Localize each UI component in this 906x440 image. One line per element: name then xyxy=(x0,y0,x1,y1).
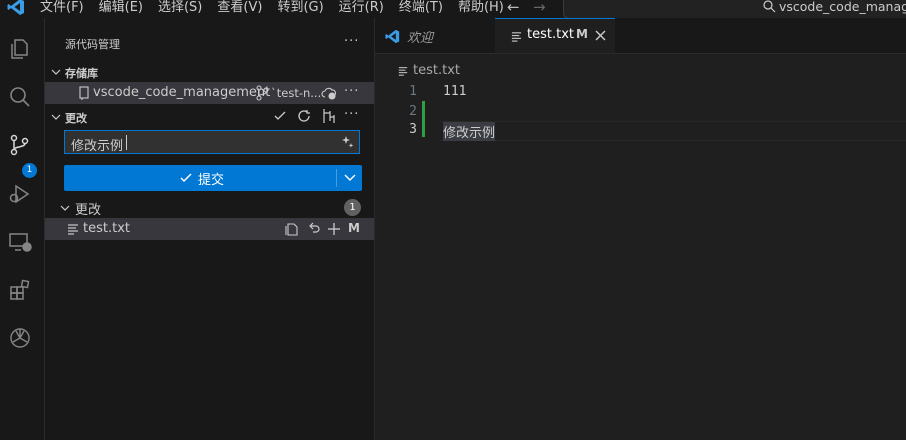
changes-header[interactable]: 更改 xyxy=(65,110,87,126)
breadcrumb[interactable]: test.txt xyxy=(413,63,460,78)
vscode-logo-icon xyxy=(385,29,400,44)
changes-group-label[interactable]: 更改 xyxy=(75,199,101,218)
repo-name: vscode_code_management xyxy=(93,85,271,100)
source-control-sidebar: 源代码管理 ··· 存储库 vscode_code_management `te… xyxy=(45,18,375,440)
back-arrow-icon[interactable]: ← xyxy=(507,0,520,16)
menu-go[interactable]: 转到(G) xyxy=(277,0,323,18)
menu-view[interactable]: 查看(V) xyxy=(217,0,262,18)
commit-message-input[interactable]: 修改示例 xyxy=(64,130,360,154)
tab-status-badge: M xyxy=(576,27,588,41)
scm-badge: 1 xyxy=(22,163,37,178)
commit-message-text[interactable]: 修改示例 xyxy=(71,135,123,154)
file-status-badge: M xyxy=(348,221,360,235)
text-file-icon xyxy=(398,66,408,76)
explorer-icon[interactable] xyxy=(8,36,32,60)
editor-area[interactable]: test.txt 1 111 2 3 修改示例 xyxy=(375,54,906,440)
extensions-icon[interactable] xyxy=(8,278,32,302)
title-bar: 文件(F) 编辑(E) 选择(S) 查看(V) 转到(G) 运行(R) 终端(T… xyxy=(0,0,906,19)
forward-arrow-icon[interactable]: → xyxy=(533,0,546,16)
refresh-icon[interactable] xyxy=(297,109,311,123)
repo-icon xyxy=(78,86,90,100)
search-icon[interactable] xyxy=(8,85,32,109)
text-file-icon xyxy=(67,223,79,235)
vscode-logo-icon xyxy=(7,0,25,16)
commit-check-icon[interactable] xyxy=(273,109,287,123)
publish-cloud-icon[interactable] xyxy=(321,86,337,100)
menu-terminal[interactable]: 终端(T) xyxy=(399,0,443,18)
current-line-highlight xyxy=(440,121,906,141)
tab-welcome-label: 欢迎 xyxy=(407,31,434,46)
menu-selection[interactable]: 选择(S) xyxy=(158,0,202,18)
sparkle-icon[interactable] xyxy=(341,135,355,149)
tab-test-txt[interactable]: test.txt M xyxy=(495,18,615,53)
repositories-header[interactable]: 存储库 xyxy=(65,65,98,81)
code-line: 111 xyxy=(443,84,467,99)
discard-changes-icon[interactable] xyxy=(307,222,321,236)
file-name: test.txt xyxy=(83,221,130,236)
line-number: 2 xyxy=(409,104,417,119)
search-icon xyxy=(762,0,776,13)
repo-more-icon[interactable]: ··· xyxy=(344,84,359,99)
branch-name[interactable]: `test-n... xyxy=(271,86,321,100)
commit-button[interactable]: 提交 xyxy=(64,165,362,191)
text-file-icon xyxy=(511,31,522,42)
branch-icon[interactable] xyxy=(255,85,269,101)
menu-help[interactable]: 帮助(H) xyxy=(458,0,504,18)
commit-button-label: 提交 xyxy=(198,173,225,188)
changed-file-row[interactable]: test.txt M xyxy=(45,218,374,240)
button-divider xyxy=(336,169,337,187)
check-icon xyxy=(179,171,193,185)
stage-plus-icon[interactable] xyxy=(327,222,341,236)
remote-explorer-icon[interactable] xyxy=(8,230,32,254)
open-file-icon[interactable] xyxy=(285,222,299,236)
tab-welcome[interactable]: 欢迎 xyxy=(375,18,496,53)
graph-icon[interactable] xyxy=(321,108,335,124)
command-center-text[interactable]: vscode_code_managem xyxy=(779,0,906,14)
menu-run[interactable]: 运行(R) xyxy=(339,0,384,18)
modified-gutter-indicator xyxy=(422,101,425,137)
menu-bar: 文件(F) 编辑(E) 选择(S) 查看(V) 转到(G) 运行(R) 终端(T… xyxy=(40,0,519,18)
line-number: 3 xyxy=(409,122,417,137)
menu-file[interactable]: 文件(F) xyxy=(40,0,84,18)
tab-test-label: test.txt xyxy=(527,27,574,42)
chevron-down-icon[interactable] xyxy=(344,173,356,183)
more-actions-icon[interactable]: ··· xyxy=(344,34,359,49)
repository-row[interactable]: vscode_code_management `test-n... ··· xyxy=(45,82,374,104)
activity-bar: 1 xyxy=(0,18,45,440)
close-icon[interactable] xyxy=(595,30,606,41)
editor-tabs: 欢迎 test.txt M xyxy=(375,18,906,54)
chevron-down-icon[interactable] xyxy=(51,112,61,122)
changes-count-badge: 1 xyxy=(344,199,361,216)
text-caret xyxy=(126,135,127,150)
source-control-icon[interactable] xyxy=(8,133,32,157)
chevron-down-icon[interactable] xyxy=(51,67,61,77)
code-line: 修改示例 xyxy=(443,122,496,141)
menu-edit[interactable]: 编辑(E) xyxy=(99,0,143,18)
changes-more-icon[interactable]: ··· xyxy=(344,107,359,122)
line-number: 1 xyxy=(409,84,417,99)
run-debug-icon[interactable] xyxy=(8,182,32,206)
sidebar-title: 源代码管理 xyxy=(65,38,120,51)
chatgpt-icon[interactable] xyxy=(8,326,32,350)
chevron-down-icon[interactable] xyxy=(60,203,70,213)
